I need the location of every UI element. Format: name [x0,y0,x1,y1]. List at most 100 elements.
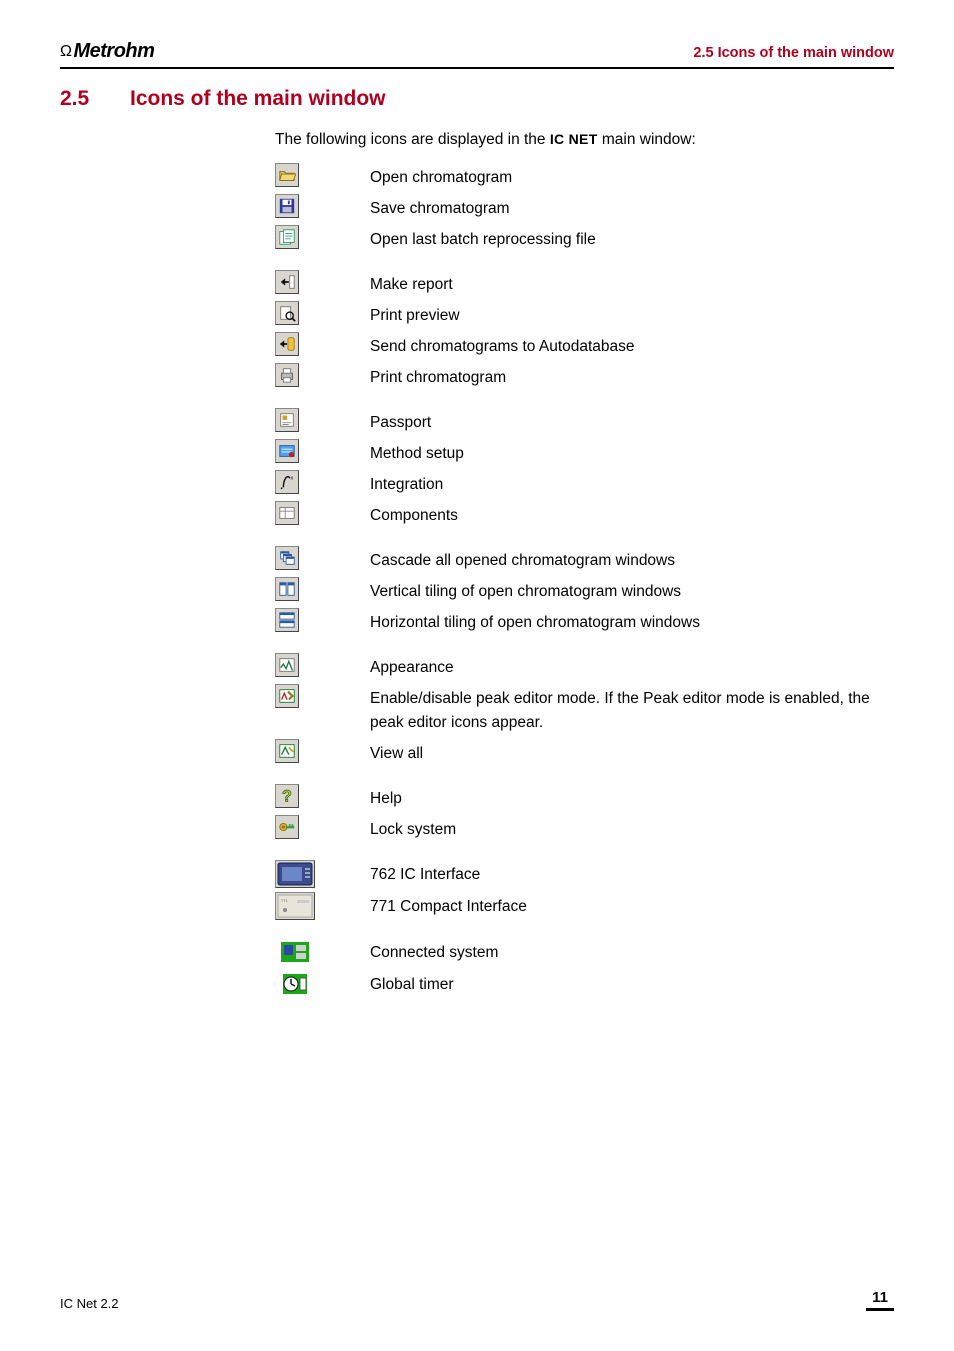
toolbar-button[interactable]: 771 [275,892,315,920]
icon-row: Cascade all opened chromatogram windows [275,546,894,573]
icon-description: Method setup [370,439,464,466]
toolbar-button[interactable] [275,938,315,966]
open-icon [275,163,370,187]
toolbar-button[interactable] [275,970,315,998]
passport-icon [275,408,370,432]
icon-description: Send chromatograms to Autodatabase [370,332,635,359]
svg-text:771: 771 [281,898,288,903]
icon-description: Appearance [370,653,454,680]
print-icon [275,363,370,387]
help-icon: ? [275,784,370,808]
icon-row: Passport [275,408,894,435]
toolbar-button[interactable] [275,332,299,356]
icon-description: Integration [370,470,443,497]
icon-row: Save chromatogram [275,194,894,221]
icon-row: Appearance [275,653,894,680]
icon-row: Enable/disable peak editor mode. If the … [275,684,894,735]
ohm-icon: Ω [60,43,71,60]
toolbar-button[interactable] [275,194,299,218]
icon-description: Cascade all opened chromatogram windows [370,546,675,573]
icon-row: Method setup [275,439,894,466]
icon-description: Components [370,501,458,528]
icon-row: Make report [275,270,894,297]
icon-row: View all [275,739,894,766]
icon-row: Global timer [275,970,894,998]
icon-description: 762 IC Interface [370,860,480,887]
icon-description: Lock system [370,815,456,842]
icon-description: 771 Compact Interface [370,892,527,919]
toolbar-button[interactable]: x [275,470,299,494]
icon-description: Horizontal tiling of open chromatogram w… [370,608,700,635]
method-setup-icon [275,439,370,463]
global-timer-icon [275,970,370,998]
icon-group: 762 IC Interface 771 771 Compact Interface [275,860,894,920]
page-header: ΩMetrohm 2.5 Icons of the main window [60,40,894,69]
icon-row: Components [275,501,894,528]
lock-icon [275,815,370,839]
icon-row: Print chromatogram [275,363,894,390]
icon-description: Help [370,784,402,811]
icon-group: Appearance Enable/disable peak editor mod… [275,653,894,766]
toolbar-button[interactable] [275,439,299,463]
icon-row: Vertical tiling of open chromatogram win… [275,577,894,604]
icon-group: Cascade all opened chromatogram windows V… [275,546,894,635]
toolbar-button[interactable] [275,501,299,525]
toolbar-button[interactable] [275,608,299,632]
toolbar-button[interactable] [275,684,299,708]
toolbar-button[interactable] [275,270,299,294]
icon-description: Enable/disable peak editor mode. If the … [370,684,894,735]
toolbar-button[interactable] [275,860,315,888]
icon-group: Open chromatogram Save chromatogram Open l… [275,163,894,252]
print-preview-icon [275,301,370,325]
icon-description: Open chromatogram [370,163,512,190]
ic771-icon: 771 [275,892,370,920]
toolbar-button[interactable] [275,225,299,249]
svg-text:?: ? [282,788,292,806]
icon-row: Connected system [275,938,894,966]
open-batch-icon [275,225,370,249]
toolbar-button[interactable] [275,301,299,325]
icon-description: Print chromatogram [370,363,506,390]
integration-icon: x [275,470,370,494]
view-all-icon [275,739,370,763]
toolbar-button[interactable] [275,163,299,187]
toolbar-button[interactable] [275,577,299,601]
page-footer: IC Net 2.2 11 [60,1289,894,1311]
icon-group: Passport Method setup x Integration Componen… [275,408,894,528]
icon-row: Lock system [275,815,894,842]
cascade-icon [275,546,370,570]
icon-description: Connected system [370,938,498,965]
toolbar-button[interactable] [275,546,299,570]
tile-vertical-icon [275,577,370,601]
toolbar-button[interactable] [275,363,299,387]
section-title: Icons of the main window [130,87,386,110]
toolbar-button[interactable] [275,739,299,763]
intro-text: The following icons are displayed in the… [275,131,894,149]
icon-description: Global timer [370,970,454,997]
icon-description: Make report [370,270,453,297]
page: ΩMetrohm 2.5 Icons of the main window 2.… [0,0,954,1351]
toolbar-button[interactable]: ? [275,784,299,808]
peak-editor-icon [275,684,370,708]
icon-description: Vertical tiling of open chromatogram win… [370,577,681,604]
svg-text:x: x [291,475,294,481]
toolbar-button[interactable] [275,815,299,839]
brand-logo: ΩMetrohm [60,40,154,63]
toolbar-button[interactable] [275,408,299,432]
icon-group: ? Help Lock system [275,784,894,842]
icon-row: Horizontal tiling of open chromatogram w… [275,608,894,635]
icon-row: Open chromatogram [275,163,894,190]
icon-row: Print preview [275,301,894,328]
section-number: 2.5 [60,87,130,111]
icon-row: Open last batch reprocessing file [275,225,894,252]
tile-horizontal-icon [275,608,370,632]
connected-icon [275,938,370,966]
icon-description: Passport [370,408,431,435]
icon-group: Make report Print preview Send chromatogra… [275,270,894,390]
section-heading: 2.5Icons of the main window [60,87,894,111]
icon-row: Send chromatograms to Autodatabase [275,332,894,359]
components-icon [275,501,370,525]
icon-row: ? Help [275,784,894,811]
toolbar-button[interactable] [275,653,299,677]
icon-row: 762 IC Interface [275,860,894,888]
